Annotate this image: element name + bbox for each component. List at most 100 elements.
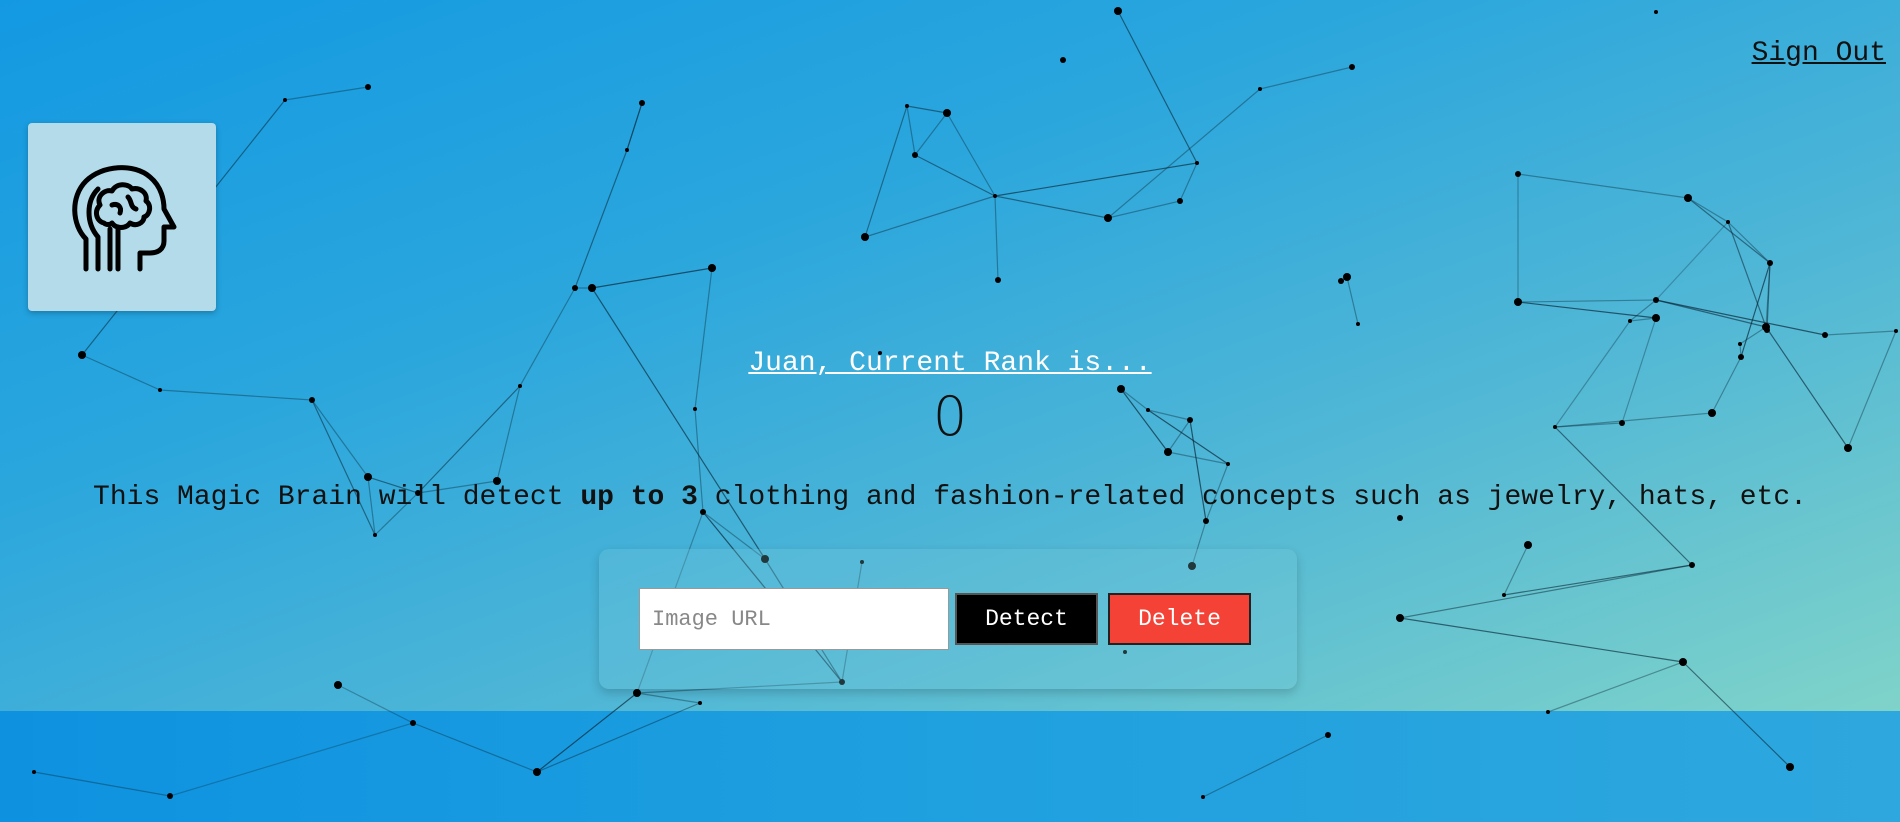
network-node [993,194,997,198]
network-node [1343,273,1351,281]
network-edge [33,771,171,797]
network-node [633,689,641,697]
network-node [1894,329,1898,333]
network-node [1652,314,1660,322]
network-node [1195,161,1199,165]
brain-head-icon [72,165,177,272]
network-edge [994,195,1109,219]
network-node [625,148,629,152]
network-node [1164,448,1172,456]
network-edge [1202,734,1329,798]
network-node [1515,171,1521,177]
network-edge [906,105,948,114]
network-node [1060,57,1066,63]
network-node [588,284,596,292]
description-text-start: This Magic Brain will detect [93,482,581,513]
network-node [943,109,951,117]
network-edge [1740,262,1771,358]
network-edge [1399,564,1693,619]
rank-title: Juan, Current Rank is... [748,348,1152,379]
network-node [639,100,645,106]
network-edge [1655,221,1729,301]
network-node [364,473,372,481]
network-node [698,701,702,705]
logo-card [28,123,216,311]
network-node [1524,541,1532,549]
network-edge [169,722,414,797]
network-node [1738,342,1742,346]
network-node [1726,220,1730,224]
network-node [861,233,869,241]
network-edge [1517,301,1657,319]
network-node [373,533,377,537]
description-highlight: up to 3 [580,482,698,513]
network-node [1397,515,1403,521]
network-edge [1399,617,1684,663]
network-edge [1259,66,1353,90]
network-edge [1824,330,1897,336]
network-edge [574,149,628,289]
network-node [1104,214,1112,222]
network-edge [1517,299,1657,303]
network-edge [1655,299,1826,336]
network-node [1764,327,1770,333]
network-node [1226,462,1230,466]
network-node [167,793,173,799]
network-node [912,152,918,158]
network-edge [1547,661,1684,713]
network-node [1325,732,1331,738]
network-node [1822,332,1828,338]
network-edge [1739,326,1767,345]
network-edge [906,105,916,156]
network-node [32,770,36,774]
network-node [1203,518,1209,524]
network-node [1628,319,1632,323]
network-edge [536,702,701,773]
network-edge [591,267,713,289]
network-edge [1107,88,1261,219]
network-node [1356,322,1360,326]
sign-out-link[interactable]: Sign Out [1752,38,1886,69]
network-edge [1346,276,1359,325]
network-edge [1727,221,1771,264]
network-node [1396,614,1404,622]
description-text-end: clothing and fashion-related concepts su… [697,482,1807,513]
detect-button[interactable]: Detect [955,593,1098,645]
network-node [1177,198,1183,204]
network-edge [1727,221,1767,328]
network-node [708,264,716,272]
network-node [905,104,909,108]
network-node [995,277,1001,283]
network-edge [1655,299,1767,328]
network-node [334,681,342,689]
network-node [365,84,371,90]
network-edge [1687,197,1771,264]
network-node [1689,562,1695,568]
network-node [1767,260,1773,266]
network-edge [1682,661,1791,768]
description-text: This Magic Brain will detect up to 3 clo… [0,482,1900,513]
delete-button[interactable]: Delete [1108,593,1251,645]
network-edge [536,692,638,773]
network-node [533,768,541,776]
network-node [1679,658,1687,666]
image-url-input[interactable] [639,588,949,650]
network-edge [1503,544,1529,596]
network-edge [1179,162,1198,202]
network-edge [1687,197,1729,223]
network-node [1684,194,1692,202]
network-edge [626,102,643,151]
network-edge [1517,173,1689,199]
network-edge [337,684,414,724]
network-edge [636,692,701,704]
network-node [410,720,416,726]
network-edge [1503,564,1693,596]
network-node [1502,593,1506,597]
network-node [1546,710,1550,714]
network-node [572,285,578,291]
network-edge [284,86,369,101]
network-edge [1117,10,1198,164]
network-edge [914,112,948,156]
network-edge [412,722,538,773]
network-node [283,98,287,102]
